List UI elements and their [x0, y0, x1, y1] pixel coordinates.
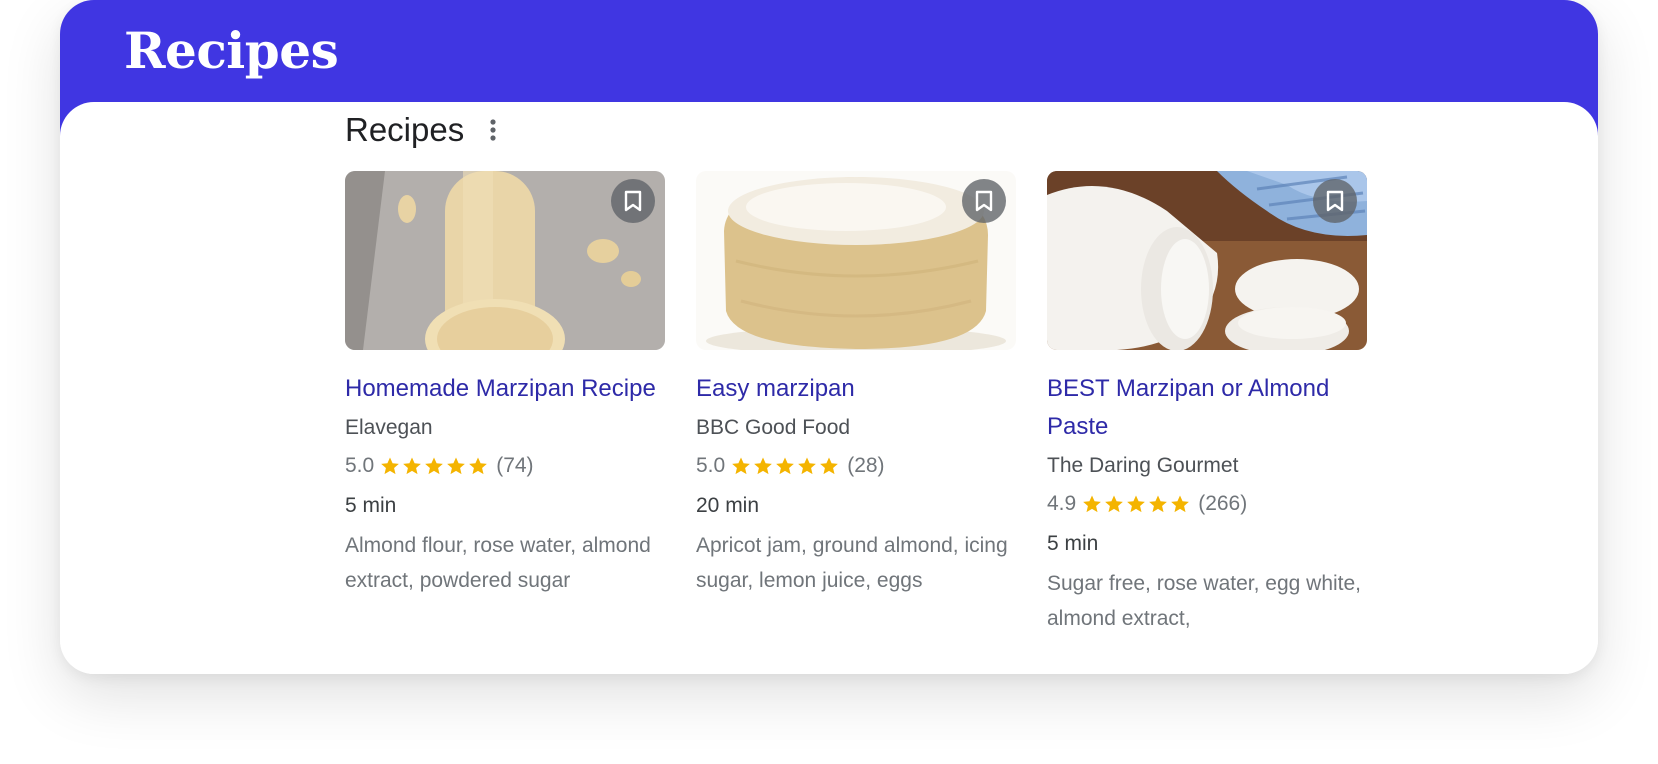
rating-value: 5.0 [345, 454, 375, 477]
star-icon [732, 457, 751, 475]
star-rating [380, 456, 490, 476]
bookmark-icon[interactable] [1313, 179, 1357, 223]
review-count: (28) [847, 454, 885, 477]
star-icon [1149, 495, 1168, 513]
section-header: Recipes [345, 108, 500, 152]
review-count: (74) [496, 454, 534, 477]
section-title: Recipes [345, 111, 465, 148]
star-rating [731, 456, 841, 476]
recipe-source: The Daring Gourmet [1047, 454, 1239, 477]
bookmark-icon[interactable] [962, 179, 1006, 223]
more-vertical-icon[interactable] [486, 116, 500, 144]
recipe-title[interactable]: Easy marzipan [696, 370, 1016, 408]
recipe-source: BBC Good Food [696, 416, 851, 439]
star-icon [381, 457, 400, 475]
recipe-source: Elavegan [345, 416, 433, 439]
cook-time: 20 min [696, 494, 760, 517]
star-icon [1083, 495, 1102, 513]
recipe-title[interactable]: Homemade Marzipan Recipe [345, 370, 665, 408]
recipes-card: Recipes Recipes Homemade Marzipan Recipe… [60, 0, 1598, 674]
ingredients-text: Apricot jam, ground almond, icing sugar,… [696, 534, 1008, 592]
star-icon [798, 457, 817, 475]
star-icon [820, 457, 839, 475]
star-icon [1171, 495, 1190, 513]
rating-value: 5.0 [696, 454, 726, 477]
star-rating [1082, 494, 1192, 514]
rating-value: 4.9 [1047, 492, 1077, 515]
star-icon [1127, 495, 1146, 513]
recipe-card[interactable]: Easy marzipan BBC Good Food 5.0 (28) 20 … [696, 171, 1016, 598]
banner-title: Recipes [124, 21, 339, 80]
star-icon [403, 457, 422, 475]
ingredients-text: Almond flour, rose water, almond extract… [345, 534, 651, 592]
review-count: (266) [1198, 492, 1248, 515]
star-icon [469, 457, 488, 475]
rating-row: 5.0 (28) [696, 446, 1016, 486]
ingredients-text: Sugar free, rose water, egg white, almon… [1047, 572, 1362, 630]
recipe-image[interactable] [696, 171, 1016, 350]
rating-row: 4.9 (266) [1047, 484, 1367, 524]
cook-time: 5 min [345, 494, 397, 517]
recipes-panel: Recipes Homemade Marzipan Recipe Elavega… [60, 102, 1598, 674]
bookmark-icon[interactable] [611, 179, 655, 223]
star-icon [754, 457, 773, 475]
recipe-image[interactable] [345, 171, 665, 350]
recipe-card[interactable]: BEST Marzipan or Almond Paste The Daring… [1047, 171, 1367, 636]
rating-row: 5.0 (74) [345, 446, 665, 486]
recipe-card[interactable]: Homemade Marzipan Recipe Elavegan 5.0 (7… [345, 171, 665, 598]
recipe-image[interactable] [1047, 171, 1367, 350]
star-icon [1105, 495, 1124, 513]
star-icon [447, 457, 466, 475]
star-icon [776, 457, 795, 475]
recipe-title[interactable]: BEST Marzipan or Almond Paste [1047, 370, 1367, 446]
star-icon [425, 457, 444, 475]
cook-time: 5 min [1047, 532, 1099, 555]
